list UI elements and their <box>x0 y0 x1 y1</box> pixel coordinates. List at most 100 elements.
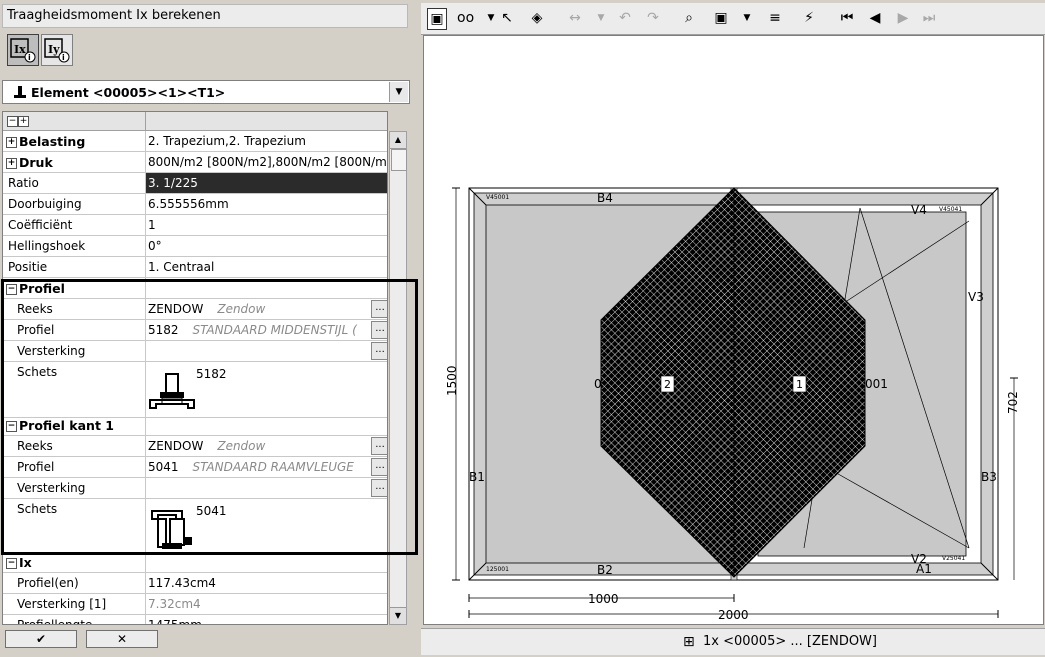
group-ix[interactable]: − Ix <box>3 552 387 573</box>
element-icon <box>14 86 26 98</box>
collapse-icon[interactable]: − <box>6 558 17 569</box>
row-value: 2. Trapezium,2. Trapezium <box>145 131 387 151</box>
group-label: Ix <box>19 555 32 570</box>
row-value: 1. Centraal <box>145 257 387 277</box>
row-value: 117.43cm4 <box>145 573 387 593</box>
ok-button[interactable]: ✔ <box>5 630 77 648</box>
label-1: 1 <box>796 378 803 391</box>
collapse-all-icon[interactable]: − <box>7 116 18 127</box>
drawing-toolbar: ▣ oo ▼ ↖ ◈ ↔ ▼ ↶ ↷ ⌕ ▣ ▼ ≡ ⚡ ⏮ ◀ ▶ ⏭ <box>421 3 1045 35</box>
label-bottom: B2 <box>597 563 613 577</box>
dim-right: 702 <box>1006 391 1020 414</box>
row-value: 6.555556mm <box>145 194 387 214</box>
row-key: Profiel(en) <box>17 576 79 590</box>
cancel-button[interactable]: ✕ <box>86 630 158 648</box>
element-select[interactable]: Element <00005><1><T1> ▼ <box>2 80 410 104</box>
grid-row-versterking-1[interactable]: Versterking [1] 7.32cm4 <box>3 594 387 615</box>
tag-bl: 125001 <box>486 566 509 573</box>
grid-row-druk[interactable]: + Druk 800N/m2 [800N/m2],800N/m2 [800N/m2… <box>3 152 387 173</box>
tag-br: V25041 <box>942 555 965 562</box>
tag-tl: V45001 <box>486 194 509 201</box>
row-key: Positie <box>8 260 48 274</box>
status-bar: ⊞ 1x <00005> ... [ZENDOW] <box>421 628 1045 655</box>
scroll-thumb[interactable] <box>391 149 407 171</box>
row-key: Versterking [1] <box>17 597 107 611</box>
properties-panel: Traagheidsmoment Ix berekenen Ix i Iy i … <box>0 0 418 657</box>
label-right: B3 <box>981 470 997 484</box>
dim-width-half: 1000 <box>588 592 619 606</box>
grid-row-ratio[interactable]: Ratio 3. 1/225 <box>3 173 387 194</box>
chevron-down-icon[interactable]: ▼ <box>389 82 408 102</box>
label-left-code: 0 <box>594 377 602 391</box>
align-icon[interactable]: ≡ <box>767 8 783 28</box>
iy-icon: Iy i <box>44 38 70 63</box>
iy-icon-label: Iy <box>48 43 60 56</box>
grid-row-profielen[interactable]: Profiel(en) 117.43cm4 <box>3 573 387 594</box>
grid-row-coefficient[interactable]: Coëfficiënt 1 <box>3 215 387 236</box>
label-v3: V3 <box>968 290 984 304</box>
grid-row-belasting[interactable]: + Belasting 2. Trapezium,2. Trapezium <box>3 131 387 152</box>
row-key: Doorbuiging <box>8 197 82 211</box>
last-icon[interactable]: ⏭ <box>921 8 937 28</box>
ix-icon: Ix i <box>10 38 36 63</box>
cursor-icon[interactable]: ↖ <box>499 8 515 28</box>
first-icon[interactable]: ⏮ <box>839 8 855 28</box>
dim-width-total: 2000 <box>718 608 749 622</box>
svg-text:i: i <box>62 53 65 62</box>
grid-icon: ⊞ <box>683 634 695 650</box>
grid-header: − + <box>3 112 387 131</box>
expand-icon[interactable]: + <box>6 158 17 169</box>
row-value: 7.32cm4 <box>145 594 387 614</box>
row-value: 800N/m2 [800N/m2],800N/m2 [800N/m2] <box>145 152 387 172</box>
chevron-down-icon[interactable]: ▼ <box>593 8 609 28</box>
label-2: 2 <box>664 378 671 391</box>
scroll-up-icon[interactable]: ▲ <box>390 132 406 149</box>
ix-mode-button[interactable]: Ix i <box>7 34 39 66</box>
row-value: 0° <box>145 236 387 256</box>
measure-icon[interactable]: ↔ <box>567 8 583 28</box>
iy-mode-button[interactable]: Iy i <box>41 34 73 66</box>
row-key: Profiellengte <box>17 618 93 625</box>
chevron-down-icon[interactable]: ▼ <box>739 8 755 28</box>
prev-icon[interactable]: ◀ <box>867 8 883 28</box>
chevron-down-icon[interactable]: ▼ <box>483 8 499 28</box>
undo-icon[interactable]: ↶ <box>617 8 633 28</box>
expand-all-icon[interactable]: + <box>18 116 29 127</box>
row-key: Hellingshoek <box>8 239 86 253</box>
row-key: Coëfficiënt <box>8 218 73 232</box>
highlight-frame <box>1 279 418 555</box>
label-right-code: 001 <box>865 377 888 391</box>
panel-title: Traagheidsmoment Ix berekenen <box>2 4 408 28</box>
scroll-down-icon[interactable]: ▼ <box>390 607 406 624</box>
redo-icon[interactable]: ↷ <box>645 8 661 28</box>
row-key: Druk <box>19 155 53 170</box>
row-value: 1 <box>145 215 387 235</box>
zoom-icon[interactable]: ⌕ <box>681 8 697 28</box>
next-icon[interactable]: ▶ <box>895 8 911 28</box>
frame-icon[interactable]: ▣ <box>713 8 729 28</box>
glasses-icon[interactable]: oo <box>457 8 474 28</box>
label-a1: A1 <box>916 562 932 576</box>
label-top: B4 <box>597 191 613 205</box>
svg-text:i: i <box>28 53 31 62</box>
layers-icon[interactable]: ◈ <box>529 8 545 28</box>
calculate-icon[interactable]: ⚡ <box>801 8 817 28</box>
row-value: 1475mm <box>145 615 387 624</box>
status-text: 1x <00005> ... [ZENDOW] <box>703 634 877 649</box>
row-key: Belasting <box>19 134 86 149</box>
row-value[interactable]: 3. 1/225 <box>145 173 387 193</box>
label-left: B1 <box>469 470 485 484</box>
ix-icon-label: Ix <box>14 43 26 56</box>
grid-row-hellingshoek[interactable]: Hellingshoek 0° <box>3 236 387 257</box>
row-key: Ratio <box>8 176 39 190</box>
grid-row-positie[interactable]: Positie 1. Centraal <box>3 257 387 278</box>
grid-row-partial: Profiellengte 1475mm <box>3 615 387 625</box>
grid-row-doorbuiging[interactable]: Doorbuiging 6.555556mm <box>3 194 387 215</box>
label-v4: V4 <box>911 203 927 217</box>
tag-tr: V45041 <box>939 206 962 213</box>
element-select-value: Element <00005><1><T1> <box>31 85 226 100</box>
drawing-canvas[interactable]: B4 B2 B1 B3 V4 V3 V2 A1 0 001 2 1 V45001… <box>423 35 1044 625</box>
expand-icon[interactable]: + <box>6 137 17 148</box>
window-icon[interactable]: ▣ <box>427 8 447 30</box>
window-drawing: B4 B2 B1 B3 V4 V3 V2 A1 0 001 2 1 V45001… <box>445 187 1020 622</box>
